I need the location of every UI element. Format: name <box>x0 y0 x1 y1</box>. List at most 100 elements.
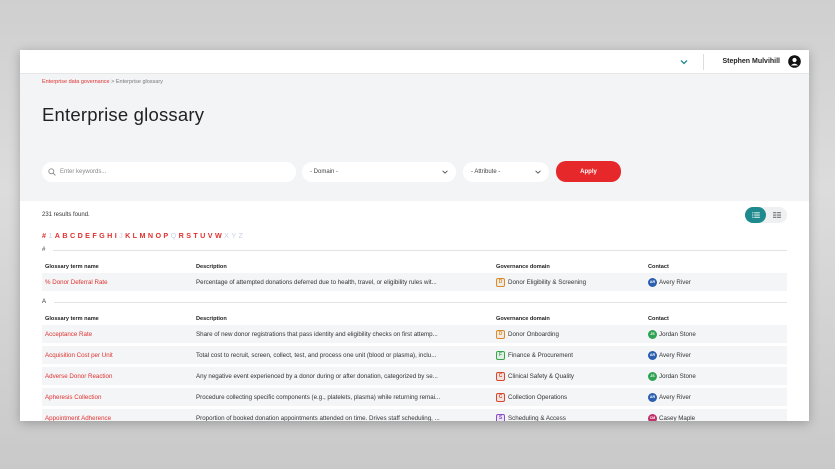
attribute-select[interactable]: - Attribute - <box>463 161 549 182</box>
alphabet-letter[interactable]: F <box>92 231 96 240</box>
alphabet-letter[interactable]: E <box>85 231 90 240</box>
search-input[interactable]: Enter keywords... <box>42 161 296 182</box>
detail-view-button[interactable] <box>766 207 787 223</box>
term-description: Percentage of attempted donations deferr… <box>196 278 437 286</box>
divider <box>703 53 705 70</box>
alphabet-letter[interactable]: B <box>62 231 67 240</box>
user-avatar-icon[interactable] <box>788 55 801 68</box>
glossary-term-link[interactable]: Apheresis Collection <box>45 394 196 401</box>
page-title: Enterprise glossary <box>42 104 205 125</box>
contact[interactable]: AR Avery River <box>648 392 691 402</box>
domain-select-value: - Domain - <box>310 168 339 175</box>
glossary-term-link[interactable]: Appointment Adherence <box>45 415 196 422</box>
governance-domain: F Finance & Procurement <box>496 350 648 360</box>
table-row[interactable]: % Donor Deferral Rate Percentage of attem… <box>42 273 787 291</box>
alphabet-letter[interactable]: C <box>70 231 75 240</box>
alphabet-letter[interactable]: # <box>42 231 46 240</box>
table-row[interactable]: Appointment Adherence Proportion of booke… <box>42 409 787 421</box>
glossary-term-link[interactable]: Acquisition Cost per Unit <box>45 352 196 359</box>
alphabet-letter[interactable]: D <box>78 231 83 240</box>
contact-avatar: CM <box>648 413 657 421</box>
alphabet-letter[interactable]: W <box>215 231 222 240</box>
contact[interactable]: AR Avery River <box>648 277 691 287</box>
chevron-down-icon[interactable] <box>677 55 691 69</box>
apply-button[interactable]: Apply <box>556 161 621 182</box>
chevron-down-icon <box>535 170 541 174</box>
alphabet-letter[interactable]: L <box>133 231 137 240</box>
term-description: Proportion of booked donation appointmen… <box>196 414 440 422</box>
contact-name: Casey Maple <box>659 414 696 422</box>
domain-badge-icon: S <box>496 413 505 421</box>
list-view-button[interactable] <box>745 206 766 223</box>
breadcrumb-separator: > <box>111 79 115 85</box>
contact-name: Avery River <box>659 351 691 359</box>
alphabet-letter[interactable]: I <box>115 231 117 240</box>
table-row[interactable]: Adverse Donor Reaction Any negative event… <box>42 367 787 385</box>
breadcrumb-link[interactable]: Enterprise data governance <box>42 79 110 85</box>
alphabet-letter[interactable]: N <box>148 231 153 240</box>
term-description: Total cost to recruit, screen, collect, … <box>196 351 437 359</box>
results-area: 231 results found. #1 A B C D E F G H I J K L M N O P Q R S… <box>20 201 809 421</box>
contact[interactable]: CM Casey Maple <box>648 413 696 422</box>
table-row[interactable]: Apheresis Collection Procedure collecting… <box>42 388 787 406</box>
glossary-sections: # Glossary term name Description Governance… <box>42 245 787 421</box>
domain-name: Donor Eligibility & Screening <box>508 278 587 286</box>
alphabet-letter[interactable]: T <box>193 231 197 240</box>
column-header-description: Description <box>196 316 227 322</box>
governance-domain: D Donor Eligibility & Screening <box>496 277 648 287</box>
domain-badge-icon: C <box>496 371 505 381</box>
column-header-contact: Contact <box>648 316 669 322</box>
table-row[interactable]: Acceptance Rate Share of new donor regist… <box>42 325 787 343</box>
view-toggle <box>745 206 787 223</box>
contact[interactable]: AR Avery River <box>648 350 691 360</box>
results-count: 231 results found. <box>42 211 90 218</box>
alphabet-letter[interactable]: A <box>55 231 60 240</box>
column-header-contact: Contact <box>648 264 669 270</box>
alphabet-letter[interactable]: U <box>200 231 205 240</box>
search-placeholder: Enter keywords... <box>60 168 107 175</box>
domain-name: Finance & Procurement <box>508 351 573 359</box>
contact[interactable]: JS Jordan Stone <box>648 371 696 381</box>
contact-avatar: JS <box>648 329 657 339</box>
alphabet-filter: #1 A B C D E F G H I J K L M N O P Q R S T U V W X Y Z <box>42 228 787 243</box>
divider <box>54 301 787 303</box>
domain-select[interactable]: - Domain - <box>302 161 456 182</box>
governance-domain: C Collection Operations <box>496 392 648 402</box>
alphabet-letter: Y <box>231 231 237 240</box>
glossary-term-link[interactable]: Acceptance Rate <box>45 331 196 338</box>
glossary-term-link[interactable]: Adverse Donor Reaction <box>45 373 196 380</box>
column-header-domain: Governance domain <box>496 316 550 322</box>
alphabet-letter[interactable]: O <box>155 231 161 240</box>
alphabet-letter[interactable]: M <box>139 231 145 240</box>
search-icon <box>48 167 56 176</box>
domain-name: Scheduling & Access <box>508 414 566 422</box>
alphabet-letter[interactable]: G <box>99 231 105 240</box>
domain-badge-icon: F <box>496 350 505 360</box>
governance-domain: D Donor Onboarding <box>496 329 648 339</box>
alphabet-letter: Q <box>170 231 177 240</box>
contact-name: Avery River <box>659 278 691 286</box>
alphabet-letter[interactable]: H <box>107 231 112 240</box>
header-section: Enterprise data governance > Enterprise … <box>20 74 809 201</box>
domain-badge-icon: D <box>496 277 505 287</box>
section-letter: A <box>42 299 47 305</box>
alphabet-letter[interactable]: P <box>163 231 168 240</box>
alphabet-letter[interactable]: K <box>125 231 130 240</box>
alphabet-letter[interactable]: R <box>179 231 184 240</box>
domain-badge-icon: C <box>496 392 505 402</box>
contact-avatar: AR <box>648 350 657 360</box>
alphabet-letter[interactable]: V <box>208 231 213 240</box>
top-bar: Stephen Mulvihill <box>20 50 809 74</box>
table-row[interactable]: Acquisition Cost per Unit Total cost to r… <box>42 346 787 364</box>
table-header: Glossary term name Description Governance … <box>42 261 787 270</box>
contact-avatar: AR <box>648 277 657 287</box>
contact[interactable]: JS Jordan Stone <box>648 329 696 339</box>
governance-domain: S Scheduling & Access <box>496 413 648 422</box>
alphabet-letter[interactable]: S <box>186 231 191 240</box>
glossary-term-link[interactable]: % Donor Deferral Rate <box>45 279 196 286</box>
user-name[interactable]: Stephen Mulvihill <box>722 58 780 65</box>
domain-name: Donor Onboarding <box>508 330 559 338</box>
column-header-description: Description <box>196 264 227 270</box>
column-header-name: Glossary term name <box>45 264 99 270</box>
chevron-down-icon <box>442 170 448 174</box>
